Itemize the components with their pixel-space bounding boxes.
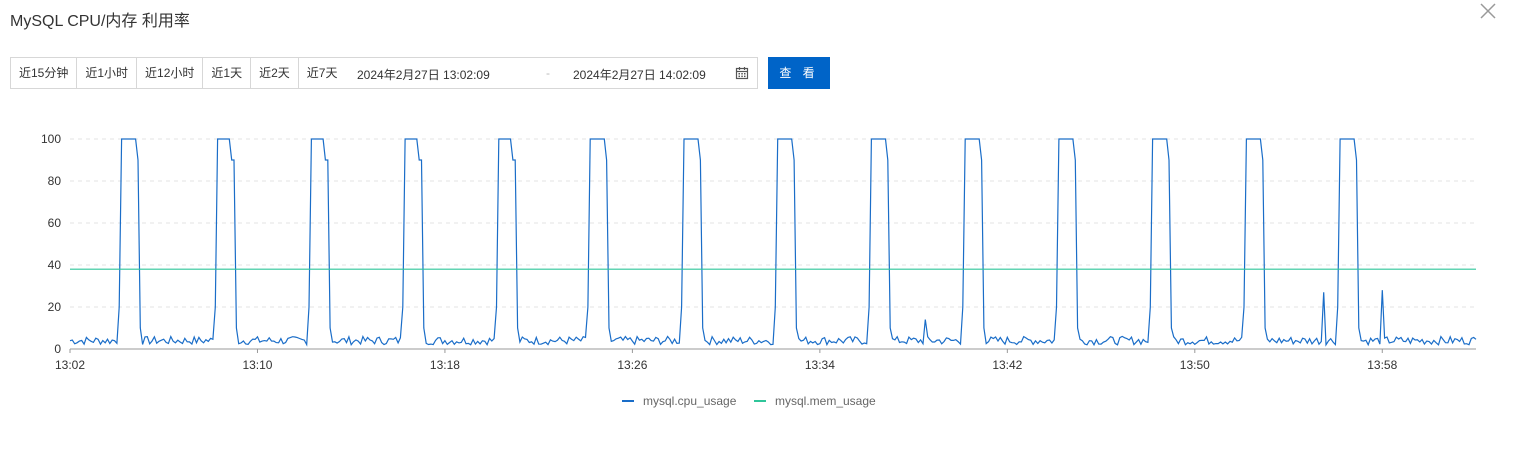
x-tick-label: 13:26 <box>617 358 647 372</box>
chart-series <box>69 138 1477 347</box>
y-tick-label: 0 <box>54 342 61 356</box>
y-tick-label: 40 <box>48 258 62 272</box>
x-tick-label: 13:58 <box>1367 358 1397 372</box>
x-tick-label: 13:10 <box>242 358 272 372</box>
x-tick-label: 13:42 <box>992 358 1022 372</box>
x-tick-label: 13:50 <box>1180 358 1210 372</box>
cpu-mem-line-chart: 020406080100 13:02 13:10 13:18 13:26 13:34 13… <box>41 132 1477 408</box>
x-axis-ticks: 13:02 13:10 13:18 13:26 13:34 13:42 13:50 13:58 <box>55 349 1398 372</box>
legend-label[interactable]: mysql.mem_usage <box>775 394 876 408</box>
chart-legend[interactable]: mysql.cpu_usage mysql.mem_usage <box>622 394 876 408</box>
legend-label[interactable]: mysql.cpu_usage <box>643 394 737 408</box>
y-axis-ticks: 0 20 40 60 80 100 <box>41 132 61 356</box>
cpu-usage-line <box>69 138 1477 347</box>
y-tick-label: 20 <box>48 300 62 314</box>
x-tick-label: 13:34 <box>805 358 835 372</box>
y-tick-label: 60 <box>48 216 62 230</box>
x-tick-label: 13:02 <box>55 358 85 372</box>
y-tick-label: 100 <box>41 132 61 146</box>
y-tick-label: 80 <box>48 174 62 188</box>
x-tick-label: 13:18 <box>430 358 460 372</box>
